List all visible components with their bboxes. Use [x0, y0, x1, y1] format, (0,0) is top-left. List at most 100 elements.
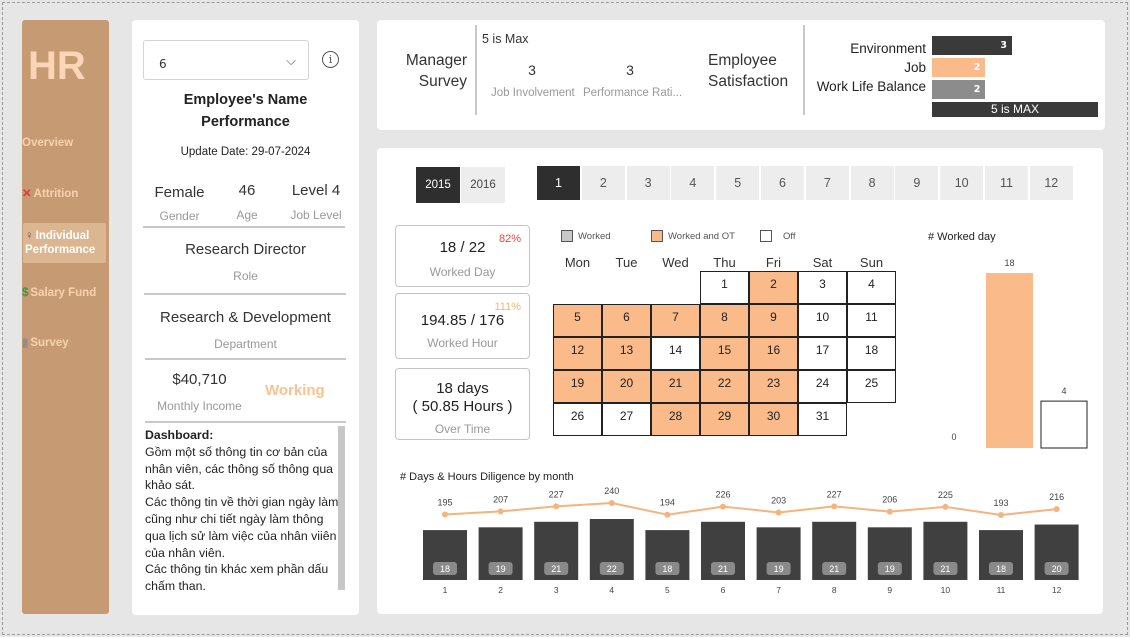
calendar-day[interactable]: 24	[798, 370, 847, 403]
worked-day-bar	[986, 273, 1033, 448]
month-axis-label: 4	[609, 585, 614, 595]
calendar-day[interactable]: 23	[749, 370, 798, 403]
hours-label: 193	[993, 498, 1008, 508]
profile-panel: 6 ⌵ i Employee's Name Performance Update…	[132, 20, 359, 615]
month-axis-label: 5	[665, 585, 670, 595]
month-axis-label: 1	[443, 585, 448, 595]
calendar-day[interactable]: 18	[847, 337, 896, 370]
sidebar-item-survey[interactable]: ▮ Survey	[22, 336, 109, 350]
calendar-day[interactable]: 5	[553, 304, 602, 337]
calendar-day[interactable]: 14	[651, 337, 700, 370]
calendar-day[interactable]: 3	[798, 271, 847, 304]
calendar-day[interactable]: 2	[749, 271, 798, 304]
calendar-day[interactable]: 26	[553, 403, 602, 436]
hours-point	[775, 509, 782, 516]
employee-select[interactable]: 6 ⌵	[143, 40, 309, 80]
performance-value: 3	[626, 62, 634, 78]
survey-panel: Manager Survey 5 is Max 3 Job Involvemen…	[377, 20, 1105, 130]
hours-point	[886, 508, 893, 515]
legend-off-swatch	[760, 230, 772, 242]
hours-point	[553, 503, 560, 510]
close-icon: ✕	[22, 188, 32, 200]
monthly-diligence-chart: 1811922132241852161972181992110181120121…	[423, 486, 1079, 595]
gender-label: Gender	[159, 209, 200, 223]
sidebar-item-overview[interactable]: Overview	[22, 136, 109, 150]
calendar-day[interactable]: 25	[847, 370, 896, 403]
month-days-label: 19	[885, 564, 895, 574]
calendar-day[interactable]: 10	[798, 304, 847, 337]
weekday-header: Tue	[615, 255, 638, 270]
month-button-11[interactable]: 11	[985, 166, 1028, 200]
divider	[475, 25, 477, 115]
description-title: Dashboard:	[145, 428, 214, 442]
calendar-day[interactable]: 20	[602, 370, 651, 403]
employee-select-value: 6	[159, 57, 167, 71]
scale-note: 5 is Max	[482, 32, 529, 46]
month-button-8[interactable]: 8	[850, 166, 894, 200]
calendar-day[interactable]: 12	[553, 337, 602, 370]
month-button-2[interactable]: 2	[581, 166, 625, 200]
hours-point	[1053, 506, 1060, 513]
calendar-day[interactable]: 1	[700, 271, 749, 304]
month-button-7[interactable]: 7	[805, 166, 849, 200]
calendar-day[interactable]: 8	[700, 304, 749, 337]
worked-hour-card: 194.85 / 176 111% Worked Hour	[395, 293, 530, 359]
divider	[145, 358, 346, 360]
month-button-3[interactable]: 3	[626, 166, 670, 200]
calendar-day[interactable]: 17	[798, 337, 847, 370]
sidebar-item-label: Individual Performance	[25, 230, 96, 256]
department-value: Research & Development	[160, 309, 331, 326]
sidebar-item-label: Attrition	[33, 188, 79, 200]
calendar-day[interactable]: 13	[602, 337, 651, 370]
month-button-10[interactable]: 10	[940, 166, 984, 200]
manager-label-line: Manager	[405, 52, 467, 69]
sidebar-item-salary-fund[interactable]: $ Salary Fund	[22, 286, 109, 300]
calendar-day[interactable]: 30	[749, 403, 798, 436]
month-button-1[interactable]: 1	[537, 166, 580, 200]
month-axis-label: 2	[498, 585, 503, 595]
sidebar-item-attrition[interactable]: ✕ Attrition	[22, 187, 109, 201]
description-scrollbar[interactable]	[338, 426, 345, 590]
person-icon: ♀	[25, 230, 34, 242]
info-icon[interactable]: i	[322, 51, 339, 68]
description-line: Các thông tin khác xem phần dấu	[145, 562, 329, 577]
calendar-day[interactable]: 6	[602, 304, 651, 337]
month-days-label: 18	[996, 564, 1006, 574]
month-button-9[interactable]: 9	[895, 166, 939, 200]
hr-logo: HR	[28, 44, 86, 88]
calendar-day[interactable]: 7	[651, 304, 700, 337]
month-button-12[interactable]: 12	[1029, 166, 1073, 200]
hours-label: 194	[660, 498, 675, 508]
job-level-label: Job Level	[290, 208, 342, 222]
description-line: Các thông tin về thời gian ngày làm	[145, 495, 339, 510]
calendar-day[interactable]: 27	[602, 403, 651, 436]
month-days-label: 19	[774, 564, 784, 574]
month-button-6[interactable]: 6	[761, 166, 804, 200]
calendar-day[interactable]: 15	[700, 337, 749, 370]
month-button-4[interactable]: 4	[671, 166, 715, 200]
calendar-day[interactable]: 16	[749, 337, 798, 370]
calendar-day[interactable]: 28	[651, 403, 700, 436]
month-days-label: 22	[607, 564, 617, 574]
calendar-day[interactable]: 29	[700, 403, 749, 436]
calendar-day[interactable]: 11	[847, 304, 896, 337]
weekday-header: Thu	[713, 255, 736, 270]
hours-label: 207	[493, 494, 508, 504]
month-button-5[interactable]: 5	[716, 166, 760, 200]
hours-point	[608, 500, 615, 506]
calendar-day[interactable]: 22	[700, 370, 749, 403]
description-line: Gồm một số thông tin cơ bản của	[145, 444, 328, 459]
hours-label: 227	[549, 489, 564, 499]
legend-worked-swatch	[561, 230, 573, 242]
calendar-day[interactable]: 19	[553, 370, 602, 403]
year-button-2015[interactable]: 2015	[416, 167, 460, 203]
hours-point	[831, 503, 838, 510]
year-button-2016[interactable]: 2016	[461, 167, 505, 203]
sidebar-item-individual-performance[interactable]: ♀ Individual Performance	[23, 223, 106, 263]
calendar-day[interactable]: 21	[651, 370, 700, 403]
worked-hour-percent: 111%	[494, 301, 521, 313]
calendar-day[interactable]: 31	[798, 403, 847, 436]
manager-label-line: Survey	[418, 73, 467, 90]
calendar-day[interactable]: 9	[749, 304, 798, 337]
calendar-day[interactable]: 4	[847, 271, 896, 304]
